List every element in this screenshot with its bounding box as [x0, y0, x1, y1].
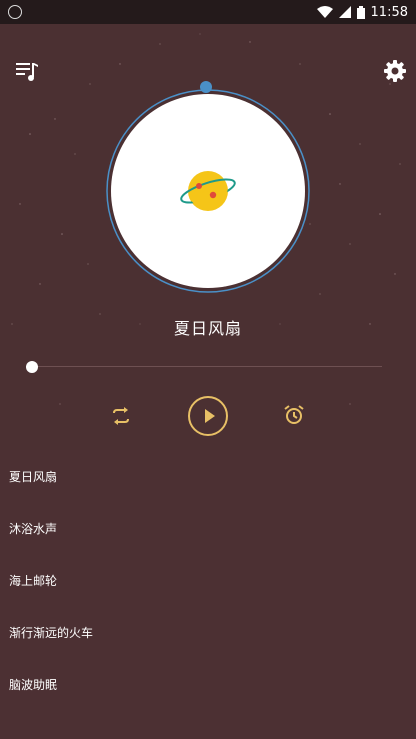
status-time: 11:58	[370, 4, 408, 20]
playback-controls	[0, 394, 416, 438]
playlist-music-icon[interactable]	[14, 58, 40, 84]
signal-icon	[338, 6, 351, 18]
repeat-icon[interactable]	[110, 406, 132, 426]
list-item-label: 脑波助眠	[9, 677, 58, 692]
list-item-label: 海上邮轮	[9, 573, 58, 588]
sync-icon	[8, 5, 22, 19]
now-playing-title: 夏日风扇	[173, 319, 242, 338]
list-item[interactable]: 沐浴水声	[0, 502, 416, 554]
seek-thumb[interactable]	[26, 361, 38, 373]
album-disc	[104, 81, 312, 295]
list-item-label: 夏日风扇	[9, 469, 58, 484]
list-item[interactable]: 海上邮轮	[0, 554, 416, 606]
list-item[interactable]: 夏日风扇	[0, 450, 416, 502]
wifi-icon	[316, 6, 333, 18]
list-item[interactable]: 脑波助眠	[0, 658, 416, 710]
list-item[interactable]: 渐行渐远的火车	[0, 606, 416, 658]
seek-track	[32, 366, 382, 367]
seek-bar[interactable]	[26, 361, 382, 373]
planet-icon	[180, 171, 236, 211]
list-item-label: 渐行渐远的火车	[9, 625, 94, 640]
battery-icon	[356, 5, 365, 19]
gear-icon[interactable]	[382, 58, 408, 84]
track-list: 夏日风扇 沐浴水声 海上邮轮 渐行渐远的火车 脑波助眠	[0, 450, 416, 739]
status-bar: 11:58	[0, 0, 416, 24]
play-icon	[205, 409, 215, 423]
progress-ring-handle[interactable]	[200, 81, 212, 93]
list-item-label: 沐浴水声	[9, 521, 58, 536]
status-icons: 11:58	[316, 4, 408, 20]
player-panel: 夏日风扇	[0, 24, 416, 450]
disc-face	[111, 94, 305, 288]
alarm-clock-icon[interactable]	[283, 404, 305, 426]
play-button[interactable]	[188, 396, 228, 436]
